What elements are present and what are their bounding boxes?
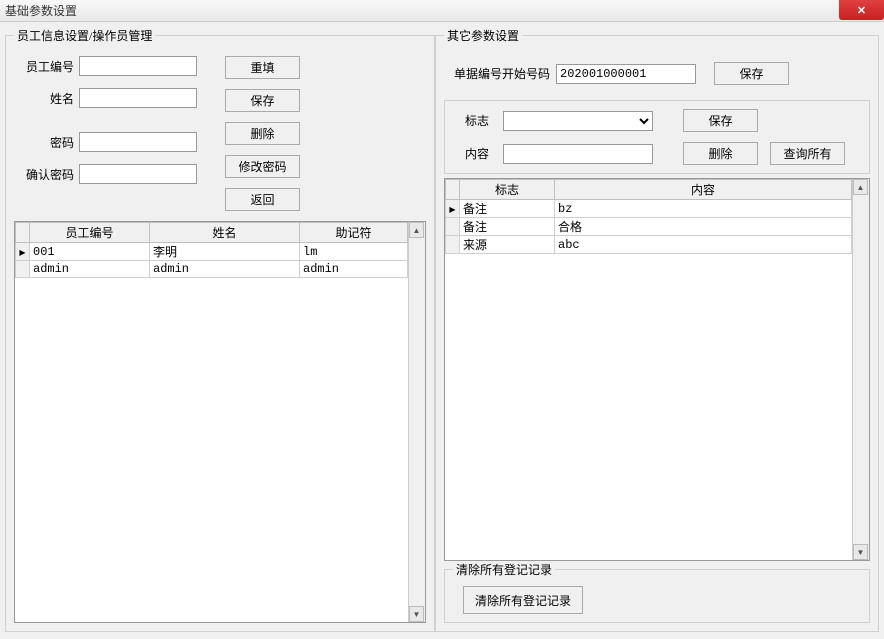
content-label: 内容: [465, 145, 495, 162]
start-no-label: 单据编号开始号码: [454, 65, 550, 82]
cell-name[interactable]: 李明: [150, 243, 300, 261]
other-settings-legend: 其它参数设置: [444, 27, 522, 44]
save-tag-button[interactable]: 保存: [683, 109, 758, 132]
table-row[interactable]: 来源abc: [446, 236, 852, 254]
password-input[interactable]: [79, 132, 197, 152]
delete-button[interactable]: 删除: [225, 122, 300, 145]
save-startno-button[interactable]: 保存: [714, 62, 789, 85]
delete-tag-button[interactable]: 删除: [683, 142, 758, 165]
employee-grid-scrollbar[interactable]: ▲ ▼: [408, 222, 425, 622]
tag-grid-wrap: 标志 内容 备注bz备注合格来源abc ▲ ▼: [444, 178, 870, 561]
employee-col-empno[interactable]: 员工编号: [30, 223, 150, 243]
employee-grid-corner: [16, 223, 30, 243]
scroll-up-icon[interactable]: ▲: [853, 179, 868, 195]
change-password-button[interactable]: 修改密码: [225, 155, 300, 178]
titlebar[interactable]: 基础参数设置 ✕: [0, 0, 884, 22]
cell-sign[interactable]: 来源: [460, 236, 555, 254]
save-button[interactable]: 保存: [225, 89, 300, 112]
scroll-down-icon[interactable]: ▼: [409, 606, 424, 622]
client-area: 员工信息设置/操作员管理 员工编号 姓名 密码: [0, 22, 884, 639]
cell-mnemonic[interactable]: lm: [300, 243, 408, 261]
back-button[interactable]: 返回: [225, 188, 300, 211]
cell-sign[interactable]: 备注: [460, 200, 555, 218]
employee-settings-group: 员工信息设置/操作员管理 员工编号 姓名 密码: [5, 27, 435, 632]
table-row[interactable]: 备注bz: [446, 200, 852, 218]
refill-button[interactable]: 重填: [225, 56, 300, 79]
employee-col-name[interactable]: 姓名: [150, 223, 300, 243]
employee-grid-wrap: 员工编号 姓名 助记符 001李明lmadminadminadmin ▲ ▼: [14, 221, 426, 623]
emp-no-input[interactable]: [79, 56, 197, 76]
tag-grid-corner: [446, 180, 460, 200]
employee-grid[interactable]: 员工编号 姓名 助记符 001李明lmadminadminadmin: [15, 222, 408, 622]
tag-col-content[interactable]: 内容: [555, 180, 852, 200]
clear-all-button[interactable]: 清除所有登记记录: [463, 586, 583, 614]
row-indicator: [446, 200, 460, 218]
cell-content[interactable]: 合格: [555, 218, 852, 236]
row-indicator: [16, 261, 30, 278]
scroll-up-icon[interactable]: ▲: [409, 222, 424, 238]
cell-mnemonic[interactable]: admin: [300, 261, 408, 278]
confirm-password-label: 确认密码: [14, 166, 74, 183]
window-title: 基础参数设置: [5, 2, 77, 19]
window: 基础参数设置 ✕ 员工信息设置/操作员管理 员工编号 姓名: [0, 0, 884, 639]
close-button[interactable]: ✕: [839, 0, 884, 20]
start-no-input[interactable]: [556, 64, 696, 84]
row-indicator: [446, 236, 460, 254]
clear-records-group: 清除所有登记记录 清除所有登记记录: [444, 561, 870, 623]
table-row[interactable]: 001李明lm: [16, 243, 408, 261]
name-label: 姓名: [14, 90, 74, 107]
cell-emp_no[interactable]: 001: [30, 243, 150, 261]
confirm-password-input[interactable]: [79, 164, 197, 184]
cell-name[interactable]: admin: [150, 261, 300, 278]
cell-emp_no[interactable]: admin: [30, 261, 150, 278]
tag-col-sign[interactable]: 标志: [460, 180, 555, 200]
query-all-button[interactable]: 查询所有: [770, 142, 845, 165]
name-input[interactable]: [79, 88, 197, 108]
tag-grid[interactable]: 标志 内容 备注bz备注合格来源abc: [445, 179, 852, 560]
employee-settings-legend: 员工信息设置/操作员管理: [14, 27, 155, 44]
current-row-icon: [449, 201, 455, 215]
scroll-down-icon[interactable]: ▼: [853, 544, 868, 560]
cell-content[interactable]: bz: [555, 200, 852, 218]
tag-edit-group: 标志 保存 内容 删除 查询所有: [444, 100, 870, 174]
other-settings-group: 其它参数设置 单据编号开始号码 保存 标志 保存 内容 删除: [435, 27, 879, 632]
cell-content[interactable]: abc: [555, 236, 852, 254]
sign-select[interactable]: [503, 111, 653, 131]
row-indicator: [16, 243, 30, 261]
content-input[interactable]: [503, 144, 653, 164]
row-indicator: [446, 218, 460, 236]
table-row[interactable]: adminadminadmin: [16, 261, 408, 278]
cell-sign[interactable]: 备注: [460, 218, 555, 236]
current-row-icon: [19, 244, 25, 258]
employee-form: 员工编号 姓名 密码 确认密码: [14, 52, 426, 211]
tag-grid-scrollbar[interactable]: ▲ ▼: [852, 179, 869, 560]
sign-label: 标志: [465, 112, 495, 129]
password-label: 密码: [14, 134, 74, 151]
close-icon: ✕: [857, 4, 866, 17]
employee-col-mnemonic[interactable]: 助记符: [300, 223, 408, 243]
table-row[interactable]: 备注合格: [446, 218, 852, 236]
clear-records-legend: 清除所有登记记录: [453, 561, 555, 578]
emp-no-label: 员工编号: [14, 58, 74, 75]
